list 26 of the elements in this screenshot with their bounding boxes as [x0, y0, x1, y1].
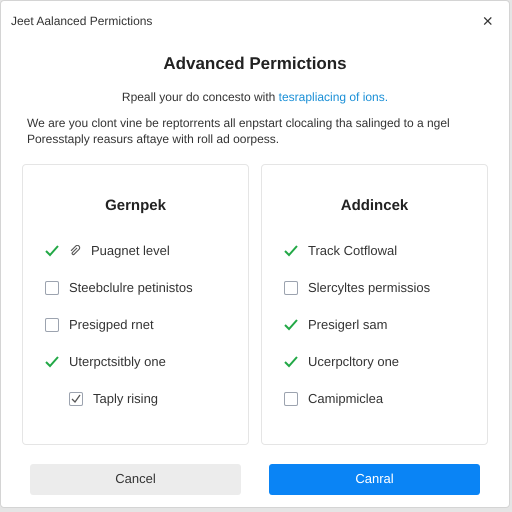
checkbox[interactable]: [45, 280, 59, 294]
permission-label: Steebclulre petinistos: [69, 278, 193, 297]
permission-label: Track Cotflowal: [308, 242, 398, 260]
permission-label: Camipmiclea: [308, 390, 384, 408]
close-button[interactable]: ×: [482, 12, 493, 30]
panel-title: Gernpek: [105, 196, 166, 216]
permission-label: Slercyltes permissios: [308, 278, 430, 297]
checkbox[interactable]: [45, 318, 59, 332]
secondary-button[interactable]: Cancel: [30, 464, 241, 494]
checkbox[interactable]: [284, 280, 298, 294]
subtitle-text: Rpeall your do concesto with tesrapliacing of ions.: [122, 88, 388, 106]
permission-label: Uterpctsitbly one: [69, 352, 166, 371]
checkbox[interactable]: [284, 392, 298, 406]
panel-title: Addincek: [340, 196, 408, 216]
checkbox[interactable]: [69, 392, 83, 406]
paperclip-icon: [69, 244, 81, 256]
primary-button[interactable]: Canral: [269, 464, 480, 494]
permission-label: Puagnet level: [91, 242, 170, 260]
window-title: Jeet Aalanced Permictions: [11, 12, 152, 30]
dialog-heading: Advanced Permictions: [163, 53, 347, 75]
permission-label: Taply rising: [93, 390, 158, 408]
permission-label: Ucerpcltory one: [308, 352, 400, 371]
subtitle-link[interactable]: tesrapliacing of ions.: [278, 90, 388, 104]
permission-label: Presigerl sam: [308, 316, 388, 334]
description-text: We are you clont vine be reptorrents all enpstart clocaling tha salinged to a ngel Poresstaply reasurs aftaye with roll ad oorpess.: [27, 114, 451, 146]
permission-label: Presigped rnet: [69, 316, 154, 334]
